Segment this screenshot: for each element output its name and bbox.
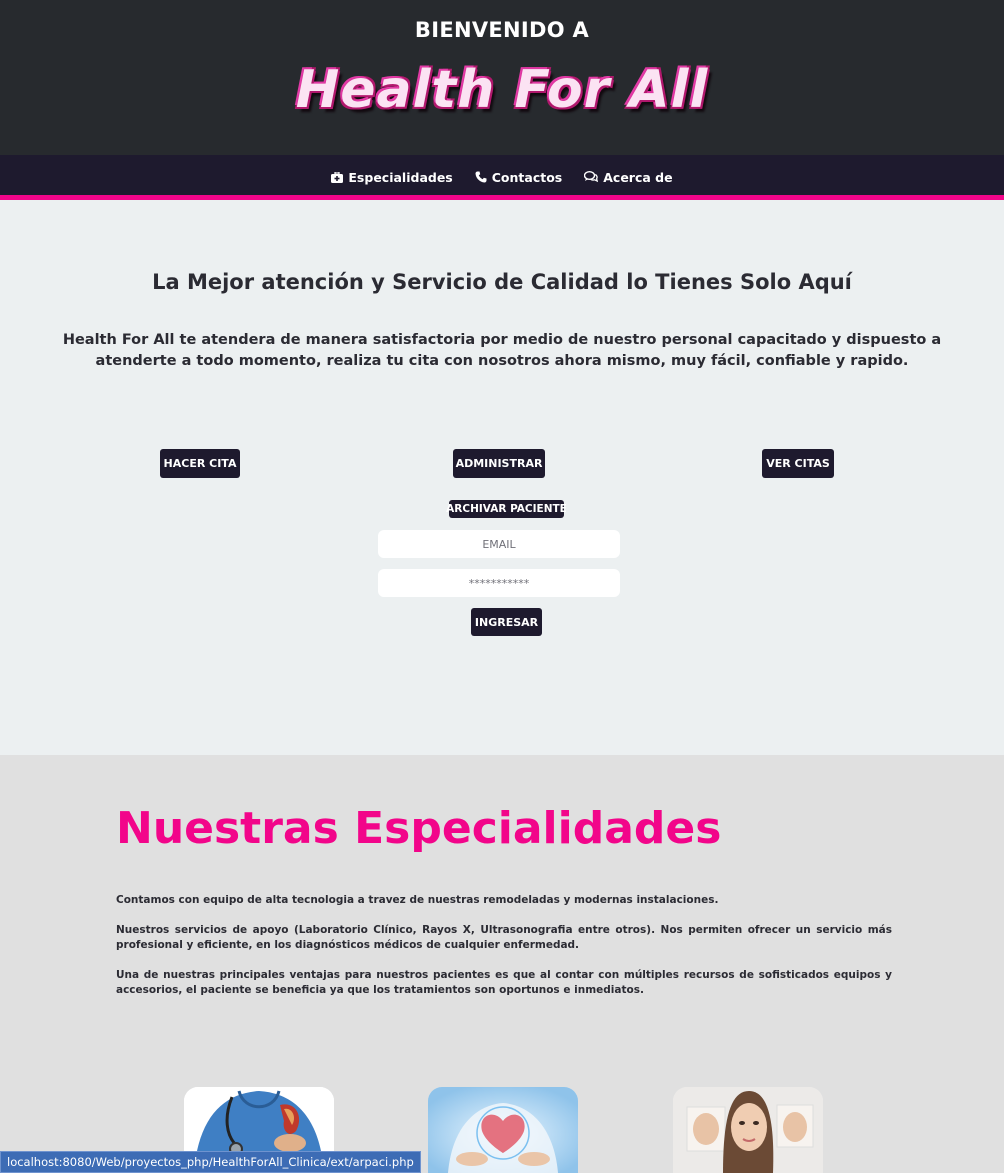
medkit-icon — [331, 171, 344, 183]
nav-label: Acerca de — [603, 169, 673, 185]
nav-label: Especialidades — [348, 169, 453, 185]
administrar-button[interactable]: ADMINISTRAR — [453, 449, 545, 478]
heart-hologram-image[interactable] — [428, 1087, 578, 1173]
nav-especialidades[interactable]: Especialidades — [331, 169, 453, 185]
hacer-cita-button[interactable]: HACER CITA — [160, 449, 240, 478]
site-header: BIENVENIDO A Health For All — [0, 0, 1004, 155]
password-input[interactable] — [378, 569, 620, 597]
hero-description: Health For All te atendera de manera sat… — [62, 332, 942, 369]
brand-logo[interactable]: Health For All — [0, 60, 1004, 120]
paragraph: Una de nuestras principales ventajas par… — [116, 969, 892, 996]
nav-label: Contactos — [491, 169, 563, 185]
dermatology-faces-image[interactable] — [673, 1087, 823, 1173]
nav-contactos[interactable]: Contactos — [475, 170, 562, 185]
phone-icon — [475, 171, 487, 183]
welcome-heading: BIENVENIDO A — [414, 18, 590, 42]
browser-status-bar: localhost:8080/Web/proyectos_php/HealthF… — [0, 1151, 421, 1173]
main-navbar: Especialidades Contactos Acerca de — [0, 155, 1004, 200]
nav-acerca-de[interactable]: Acerca de — [584, 169, 673, 185]
ingresar-button[interactable]: INGRESAR — [471, 608, 542, 636]
comments-icon — [584, 171, 599, 183]
hero-title: La Mejor atención y Servicio de Calidad … — [152, 270, 852, 294]
paragraph: Contamos con equipo de alta tecnologia a… — [116, 894, 719, 906]
ver-citas-button[interactable]: VER CITAS — [762, 449, 834, 478]
section-title: Nuestras Especialidades — [116, 803, 722, 854]
especialidades-section: Nuestras Especialidades Contamos con equ… — [0, 755, 1004, 1173]
archivar-paciente-button[interactable]: ARCHIVAR PACIENTE — [446, 500, 567, 518]
paragraph: Nuestros servicios de apoyo (Laboratorio… — [116, 924, 892, 951]
email-input[interactable] — [378, 530, 620, 558]
